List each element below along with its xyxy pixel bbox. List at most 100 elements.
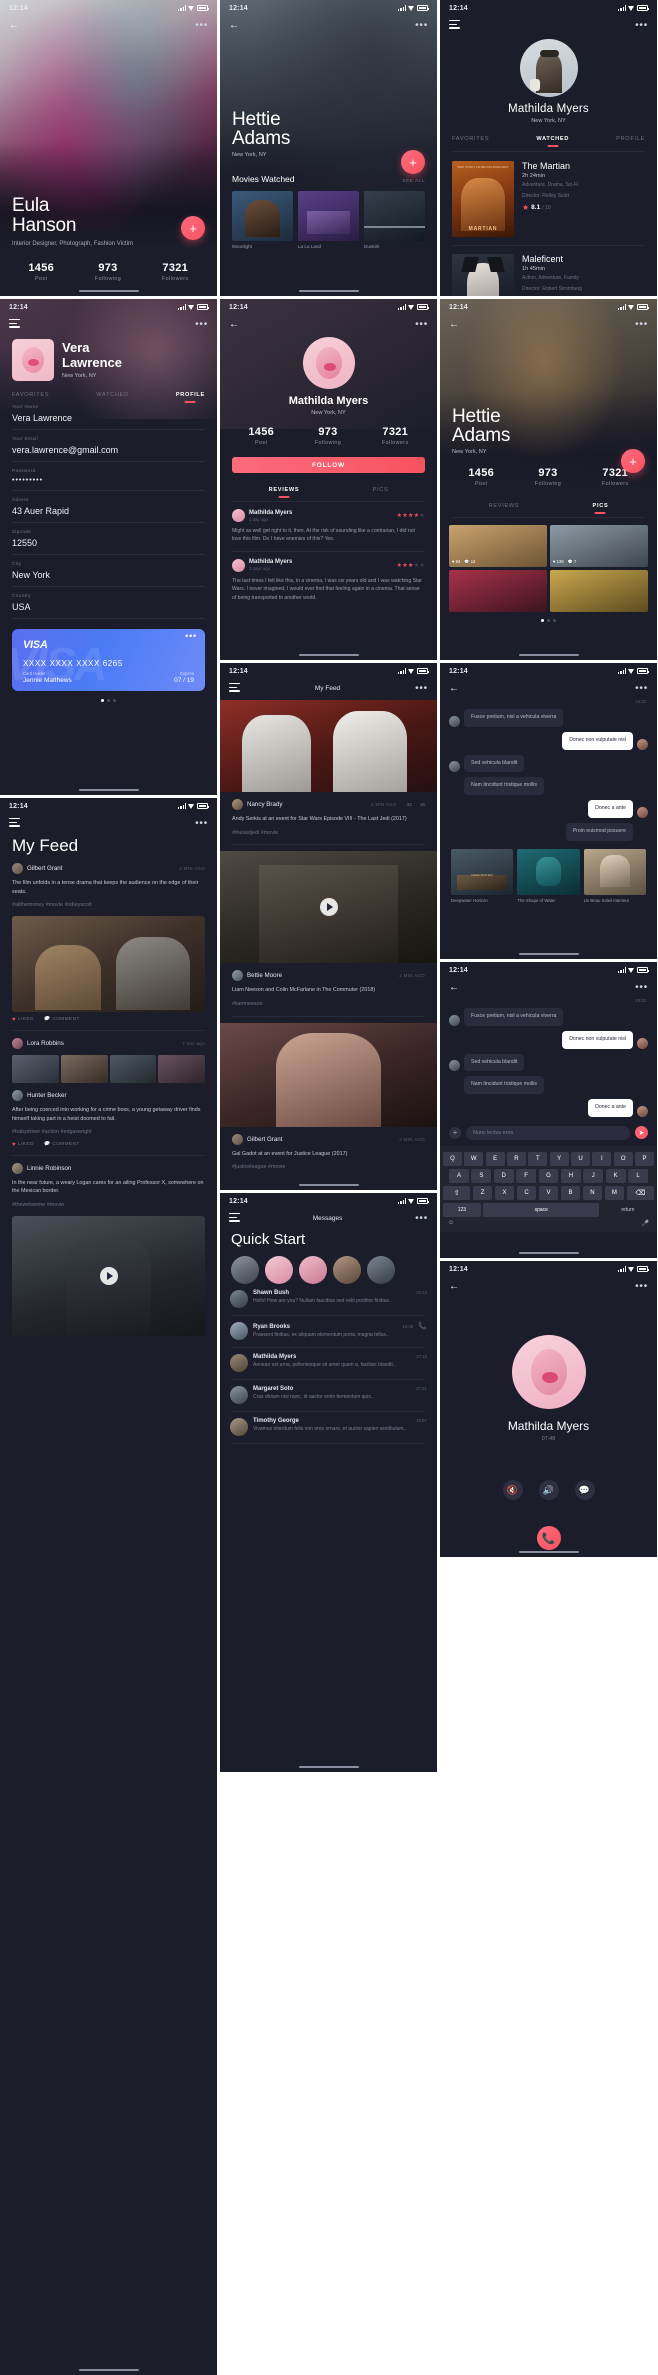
gallery-item[interactable] (550, 569, 648, 612)
gallery-item[interactable] (449, 569, 547, 612)
tab-favorites[interactable]: FAVORITES (452, 136, 489, 142)
avatar[interactable] (12, 339, 54, 381)
tab-profile[interactable]: PROFILE (616, 136, 645, 142)
shift-icon[interactable]: ⇧ (443, 1185, 471, 1200)
key-q[interactable]: Q (443, 1151, 462, 1166)
dot-2[interactable] (547, 618, 550, 622)
more-options-icon[interactable]: ••• (635, 982, 648, 992)
key-v[interactable]: V (538, 1185, 559, 1200)
avatar[interactable] (232, 970, 243, 982)
post-image[interactable] (220, 700, 437, 792)
gallery-item[interactable]: ♥ 136 💬 7 (550, 524, 648, 567)
follow-button[interactable]: FOLLOW (232, 457, 425, 473)
dot-3[interactable] (113, 699, 116, 702)
avatar[interactable] (12, 1162, 23, 1174)
more-options-icon[interactable]: ••• (415, 1213, 428, 1223)
mic-icon[interactable]: 🎤 (642, 1220, 649, 1227)
attachment-card[interactable]: Un Beau Soleil Interieur (583, 848, 646, 904)
send-icon[interactable]: ➤ (635, 1126, 648, 1140)
conversation-item[interactable]: Shawn Bush 16:24 Hello! How are you? Nul… (220, 1284, 437, 1308)
movie-row[interactable]: HELP IS ONLY 140 MILLION MILES AWAY MART… (440, 152, 657, 237)
key-o[interactable]: O (613, 1151, 633, 1166)
menu-icon[interactable] (9, 318, 20, 330)
message-input[interactable]: Nunc lectus eros (466, 1125, 630, 1140)
key-z[interactable]: Z (472, 1185, 493, 1200)
credit-card[interactable]: VISA ••• VISA XXXX XXXX XXXX 6265 Card H… (12, 629, 205, 691)
more-options-icon[interactable]: ••• (415, 683, 428, 693)
card-carousel-dots[interactable] (0, 699, 217, 702)
avatar[interactable] (265, 1256, 293, 1284)
key-s[interactable]: S (471, 1168, 492, 1183)
tab-favorites[interactable]: FAVORITES (12, 392, 49, 398)
avatar[interactable] (637, 738, 648, 750)
comment-button[interactable]: 💬 COMMENT (44, 1142, 80, 1147)
key-e[interactable]: E (485, 1151, 505, 1166)
post-image[interactable] (12, 915, 205, 1012)
key-p[interactable]: P (635, 1151, 654, 1166)
return-key[interactable]: return (602, 1203, 654, 1217)
like-button[interactable]: ♥ LIKED (12, 1017, 34, 1023)
more-options-icon[interactable]: ••• (195, 319, 208, 329)
add-button[interactable]: + (621, 449, 645, 473)
avatar[interactable] (232, 509, 245, 522)
comment-button[interactable]: 💬 COMMENT (44, 1017, 80, 1022)
key-g[interactable]: G (538, 1168, 559, 1183)
key-w[interactable]: W (464, 1151, 484, 1166)
avatar[interactable] (12, 1037, 23, 1049)
more-options-icon[interactable]: ••• (635, 683, 648, 693)
menu-icon[interactable] (229, 1212, 240, 1224)
avatar[interactable] (449, 761, 460, 773)
dot-3[interactable] (553, 618, 556, 622)
key-n[interactable]: N (582, 1185, 603, 1200)
speaker-icon[interactable]: 🔊 (538, 1480, 559, 1500)
back-arrow-icon[interactable]: ← (449, 683, 459, 694)
key-c[interactable]: C (516, 1185, 537, 1200)
field-your-email[interactable]: Your Email vera.lawrence@gmail.com (0, 437, 217, 462)
tab-reviews[interactable]: REVIEWS (489, 503, 520, 509)
avatar[interactable] (12, 863, 23, 874)
back-arrow-icon[interactable]: ← (449, 1281, 459, 1292)
add-button[interactable]: + (181, 216, 205, 240)
message-icon[interactable]: 💬 (574, 1480, 595, 1500)
attachment-card[interactable]: DEEPWATER Deepwater Horizon (451, 848, 514, 904)
more-options-icon[interactable]: ••• (415, 20, 428, 30)
mute-icon[interactable]: 🔇 (502, 1480, 523, 1500)
add-button[interactable]: + (401, 150, 425, 174)
back-arrow-icon[interactable]: ← (229, 20, 239, 31)
card-more-icon[interactable]: ••• (185, 632, 197, 641)
menu-icon[interactable] (9, 817, 20, 829)
gallery-dots[interactable] (440, 618, 657, 622)
field-zipcode[interactable]: Zipcode 12550 (0, 530, 217, 555)
field-your-name[interactable]: Your Name Vera Lawrence (0, 405, 217, 430)
key-t[interactable]: T (528, 1151, 548, 1166)
back-arrow-icon[interactable]: ← (229, 319, 239, 330)
key-x[interactable]: X (494, 1185, 515, 1200)
field-city[interactable]: City New York (0, 562, 217, 587)
backspace-icon[interactable]: ⌫ (626, 1185, 654, 1200)
avatar[interactable] (519, 39, 578, 97)
avatar[interactable] (449, 1014, 460, 1026)
avatar[interactable] (232, 1133, 243, 1145)
avatar[interactable] (12, 1089, 23, 1101)
field-country[interactable]: Country USA (0, 594, 217, 619)
avatar[interactable] (637, 806, 648, 818)
avatar[interactable] (231, 1256, 259, 1284)
back-arrow-icon[interactable]: ← (449, 982, 459, 993)
play-icon[interactable] (99, 1266, 118, 1285)
post-video[interactable] (220, 851, 437, 964)
post-video[interactable] (12, 1215, 205, 1336)
tab-pics[interactable]: PICS (593, 503, 609, 509)
key-b[interactable]: B (560, 1185, 581, 1200)
gallery-item[interactable]: ♥ 84 💬 12 (449, 524, 547, 567)
avatar[interactable] (333, 1256, 361, 1284)
field-address[interactable]: Adress 43 Auer Rapid (0, 498, 217, 523)
more-options-icon[interactable]: ••• (415, 319, 428, 329)
tab-profile[interactable]: PROFILE (176, 392, 205, 398)
post-image-strip[interactable] (12, 1054, 205, 1083)
menu-icon[interactable] (449, 19, 460, 31)
more-options-icon[interactable]: ••• (635, 1281, 648, 1291)
key-l[interactable]: L (628, 1168, 649, 1183)
avatar[interactable] (637, 1037, 648, 1049)
avatar[interactable] (449, 715, 460, 727)
avatar[interactable] (449, 1060, 460, 1072)
